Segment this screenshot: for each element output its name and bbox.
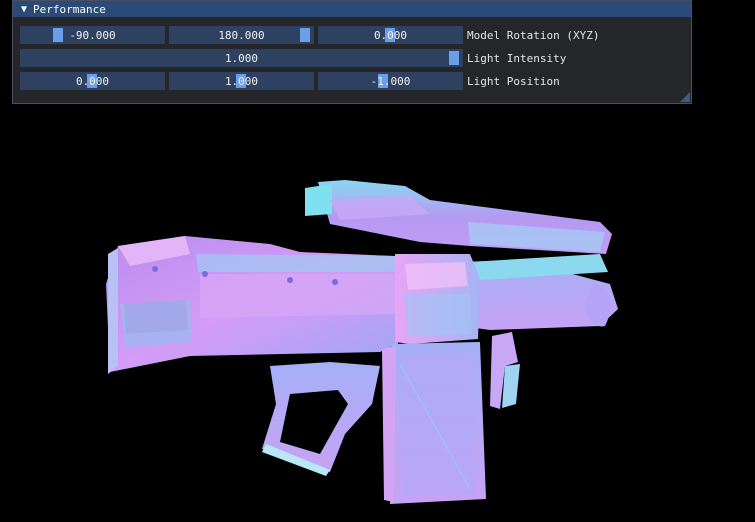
slider-grab[interactable]	[300, 28, 310, 42]
gun-scope	[305, 180, 612, 254]
slider-value: 0.000	[373, 28, 408, 42]
model-rotation-row: -90.000 180.000 0.000 Model Rotation (XY…	[20, 26, 599, 44]
slider-value: 1.000	[224, 51, 259, 65]
performance-window: ▼ Performance -90.000 180.000 0.000 Mode…	[12, 0, 692, 104]
window-title: Performance	[33, 2, 106, 16]
collapse-arrow-icon[interactable]: ▼	[15, 4, 33, 15]
light-position-label: Light Position	[467, 74, 560, 88]
light-position-z-slider[interactable]: -1.000	[318, 72, 463, 90]
light-intensity-label: Light Intensity	[467, 51, 567, 65]
light-intensity-row: 1.000 Light Intensity	[20, 49, 566, 67]
rotation-y-slider[interactable]: 180.000	[169, 26, 314, 44]
slider-value: -1.000	[370, 74, 411, 88]
slider-value: 1.000	[224, 74, 259, 88]
gun-model	[106, 180, 618, 504]
slider-value: -90.000	[69, 28, 116, 42]
light-position-x-slider[interactable]: 0.000	[20, 72, 165, 90]
model-rotation-label: Model Rotation (XYZ)	[467, 28, 600, 42]
gun-magazine	[382, 342, 486, 504]
light-position-row: 0.000 1.000 -1.000 Light Position	[20, 72, 560, 90]
light-position-y-slider[interactable]: 1.000	[169, 72, 314, 90]
slider-value: 0.000	[75, 74, 110, 88]
light-intensity-slider[interactable]: 1.000	[20, 49, 463, 67]
slider-grab[interactable]	[449, 51, 459, 65]
window-titlebar[interactable]: ▼ Performance	[13, 1, 691, 17]
gun-action-block	[395, 254, 480, 344]
gun-foregrip	[490, 332, 520, 409]
slider-grab[interactable]	[53, 28, 63, 42]
resize-grip-icon[interactable]	[680, 92, 690, 102]
rotation-x-slider[interactable]: -90.000	[20, 26, 165, 44]
rotation-z-slider[interactable]: 0.000	[318, 26, 463, 44]
render-viewport[interactable]	[0, 104, 755, 522]
gun-grip	[262, 362, 380, 476]
slider-value: 180.000	[218, 28, 265, 42]
